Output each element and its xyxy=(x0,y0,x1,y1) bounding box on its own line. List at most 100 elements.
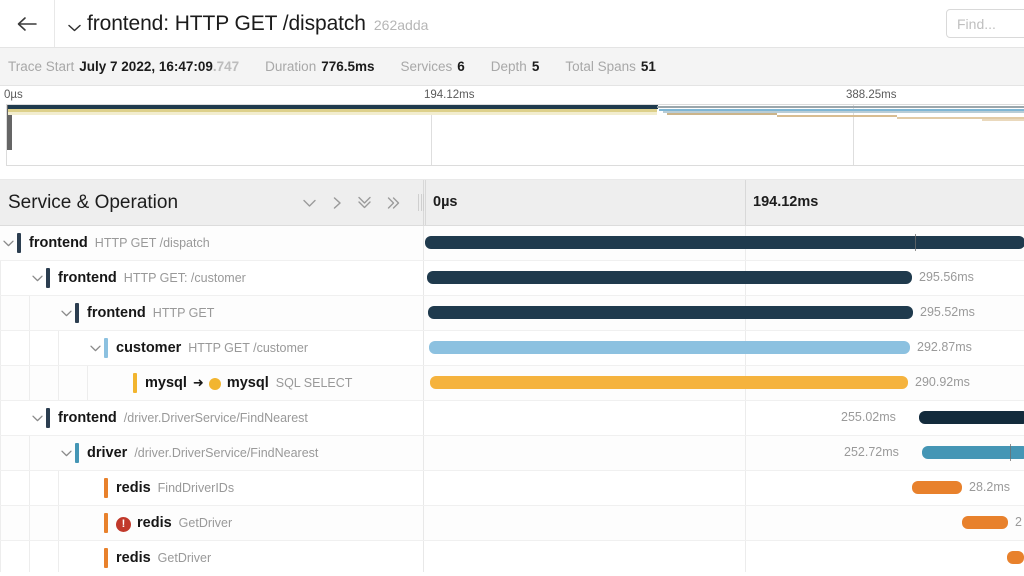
span-row-timeline[interactable]: 252.72ms xyxy=(425,436,1024,470)
span-row-label[interactable]: frontendHTTP GET xyxy=(0,296,424,330)
span-service-name: frontend xyxy=(29,235,88,251)
span-row[interactable]: frontend/driver.DriverService/FindNeares… xyxy=(0,401,1024,436)
arrow-right-icon: ➜ xyxy=(193,375,204,391)
span-duration-bar[interactable] xyxy=(429,341,910,354)
span-row-label[interactable]: mysql➜mysqlSQL SELECT xyxy=(0,366,424,400)
span-collapse-toggle[interactable] xyxy=(29,261,46,295)
span-operation-name: HTTP GET /customer xyxy=(188,341,308,355)
span-row[interactable]: customerHTTP GET /customer292.87ms xyxy=(0,331,1024,366)
span-row-timeline[interactable]: 292.87ms xyxy=(425,331,1024,365)
span-row[interactable]: driver/driver.DriverService/FindNearest2… xyxy=(0,436,1024,471)
error-icon: ! xyxy=(116,517,131,532)
collapse-one-icon[interactable] xyxy=(301,197,318,209)
span-duration-label: 28.2ms xyxy=(969,480,1010,494)
summary-item: Duration 776.5ms xyxy=(265,59,374,74)
page-title: frontend: HTTP GET /dispatch xyxy=(87,12,366,36)
tree-indent-guide xyxy=(58,541,87,572)
span-color-swatch xyxy=(46,408,50,428)
tree-indent-guide xyxy=(0,296,29,330)
span-row-timeline[interactable]: 28.2ms xyxy=(425,471,1024,505)
minimap-tick-label: 194.12ms xyxy=(424,89,475,101)
span-duration-bar[interactable] xyxy=(912,481,962,494)
span-row-label[interactable]: frontend HTTP GET /dispatch xyxy=(0,226,424,260)
span-row-timeline[interactable] xyxy=(425,226,1024,260)
timeline-gridline xyxy=(745,506,746,540)
span-duration-bar[interactable] xyxy=(428,306,913,319)
span-operation-name: FindDriverIDs xyxy=(158,481,234,495)
span-color-swatch xyxy=(17,233,21,253)
span-row-label[interactable]: driver/driver.DriverService/FindNearest xyxy=(0,436,424,470)
timeline-gridline xyxy=(745,541,746,572)
span-row[interactable]: frontendHTTP GET 295.52ms xyxy=(0,296,1024,331)
summary-label: Duration xyxy=(265,59,316,74)
span-row-label[interactable]: !redisGetDriver xyxy=(0,506,424,540)
collapse-all-icon[interactable] xyxy=(356,195,373,210)
chevron-down-icon xyxy=(2,239,15,248)
summary-item: Trace StartJuly 7 2022, 16:47:09.747 xyxy=(8,59,239,74)
span-row[interactable]: !redisGetDriver2 xyxy=(0,506,1024,541)
tree-indent-guide xyxy=(0,541,29,572)
span-service-name: driver xyxy=(87,445,127,461)
time-tick-label-0: 0µs xyxy=(433,194,457,210)
span-collapse-toggle[interactable] xyxy=(58,296,75,330)
minimap-span-line xyxy=(667,113,777,115)
find-input[interactable]: Find... xyxy=(946,9,1024,38)
minimap-body[interactable] xyxy=(6,104,1024,166)
expand-one-icon[interactable] xyxy=(331,196,343,210)
span-duration-bar[interactable] xyxy=(962,516,1008,529)
summary-value: July 7 2022, 16:47:09.747 xyxy=(79,59,239,74)
span-collapse-toggle[interactable] xyxy=(58,436,75,470)
summary-value: 776.5ms xyxy=(321,59,374,74)
trace-collapse-toggle[interactable] xyxy=(64,19,84,39)
span-row-timeline[interactable] xyxy=(425,541,1024,572)
service-operation-column-header: Service & Operation xyxy=(0,180,424,225)
span-rows[interactable]: frontend HTTP GET /dispatch frontendHTTP G… xyxy=(0,226,1024,572)
span-duration-bar[interactable] xyxy=(919,411,1024,424)
chevron-down-icon xyxy=(67,20,82,38)
span-row-timeline[interactable]: 255.02ms xyxy=(425,401,1024,435)
trace-minimap[interactable]: 0µs194.12ms388.25ms xyxy=(0,86,1024,180)
chevron-down-icon xyxy=(31,414,44,423)
span-color-swatch xyxy=(46,268,50,288)
column-resize-handle[interactable] xyxy=(418,194,424,211)
summary-item: Total Spans51 xyxy=(565,59,656,74)
summary-value-text: July 7 2022, 16:47:09 xyxy=(79,59,213,74)
span-row-label[interactable]: frontend/driver.DriverService/FindNeares… xyxy=(0,401,424,435)
span-row[interactable]: redisGetDriver xyxy=(0,541,1024,572)
span-row[interactable]: mysql➜mysqlSQL SELECT290.92ms xyxy=(0,366,1024,401)
span-collapse-toggle[interactable] xyxy=(0,226,17,260)
span-row[interactable]: frontendHTTP GET: /customer295.56ms xyxy=(0,261,1024,296)
span-child-tick-marker xyxy=(1010,444,1011,461)
back-button[interactable] xyxy=(0,0,55,47)
span-row-label[interactable]: redisFindDriverIDs xyxy=(0,471,424,505)
span-operation-name: HTTP GET /dispatch xyxy=(95,236,210,250)
column-title: Service & Operation xyxy=(8,192,178,214)
span-duration-label: 295.52ms xyxy=(920,305,975,319)
span-duration-bar[interactable] xyxy=(430,376,908,389)
span-row[interactable]: redisFindDriverIDs 28.2ms xyxy=(0,471,1024,506)
tree-indent-guide xyxy=(29,436,58,470)
tree-indent-guide xyxy=(29,506,58,540)
span-row-timeline[interactable]: 290.92ms xyxy=(425,366,1024,400)
span-row-label[interactable]: customerHTTP GET /customer xyxy=(0,331,424,365)
span-row-label[interactable]: redisGetDriver xyxy=(0,541,424,572)
trace-id: 262adda xyxy=(374,17,429,33)
span-collapse-toggle[interactable] xyxy=(87,331,104,365)
tree-indent-guide xyxy=(87,366,116,400)
span-row-label[interactable]: frontendHTTP GET: /customer xyxy=(0,261,424,295)
minimap-tick-labels: 0µs194.12ms388.25ms xyxy=(0,86,1024,106)
timeline-column-header: Service & Operation xyxy=(0,180,1024,226)
span-duration-bar[interactable] xyxy=(427,271,912,284)
span-service-name: redis xyxy=(116,550,151,566)
span-service-name: redis xyxy=(137,515,172,531)
span-duration-bar[interactable] xyxy=(425,236,1024,249)
span-color-swatch xyxy=(104,338,108,358)
span-duration-bar[interactable] xyxy=(922,446,1024,459)
span-row-timeline[interactable]: 295.52ms xyxy=(425,296,1024,330)
span-row-timeline[interactable]: 295.56ms xyxy=(425,261,1024,295)
expand-all-icon[interactable] xyxy=(386,196,401,210)
span-collapse-toggle[interactable] xyxy=(29,401,46,435)
span-row-timeline[interactable]: 2 xyxy=(425,506,1024,540)
span-row[interactable]: frontend HTTP GET /dispatch xyxy=(0,226,1024,261)
span-duration-bar[interactable] xyxy=(1007,551,1024,564)
